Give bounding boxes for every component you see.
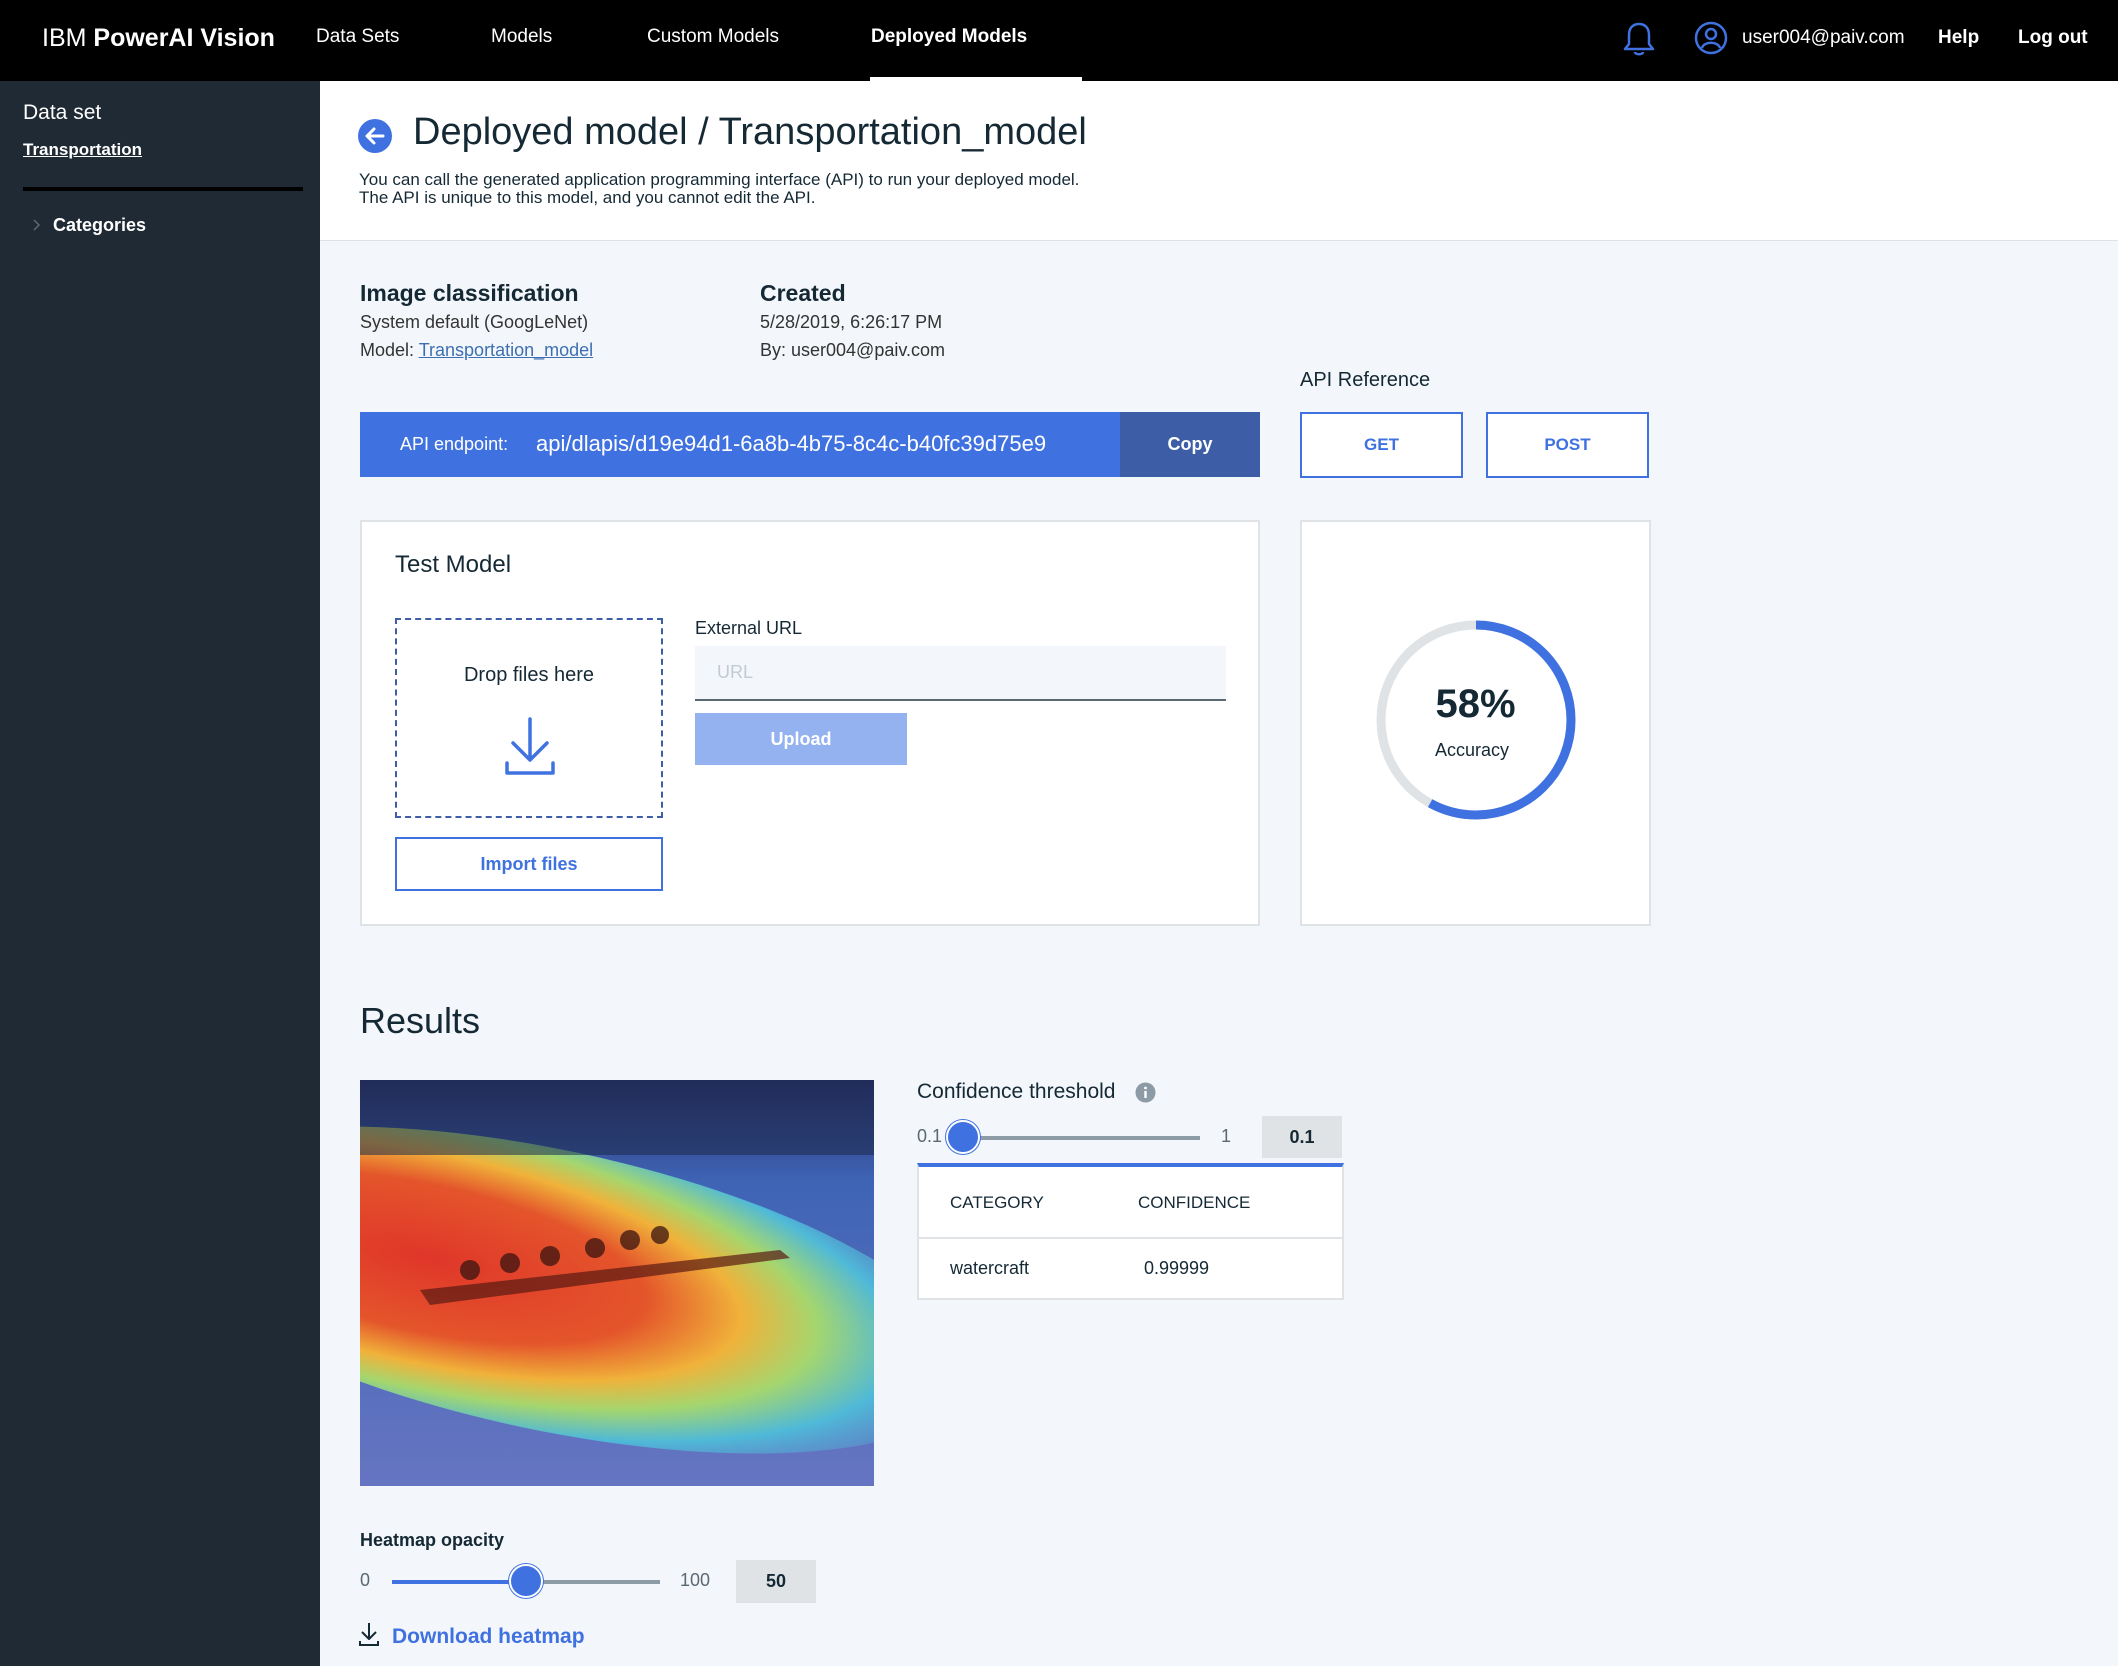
accuracy-value: 58% (1435, 682, 1516, 726)
test-model-title: Test Model (395, 551, 512, 578)
confidence-slider-thumb[interactable] (946, 1120, 980, 1154)
logout-link[interactable]: Log out (2018, 27, 2088, 49)
description-line-1: You can call the generated application p… (359, 170, 1080, 189)
copy-button[interactable]: Copy (1120, 412, 1260, 477)
confidence-value-box[interactable]: 0.1 (1262, 1116, 1342, 1158)
table-divider (919, 1237, 1342, 1239)
confidence-slider-track[interactable] (963, 1136, 1200, 1140)
results-title: Results (360, 1000, 481, 1041)
model-type-detail: System default (GoogLeNet) (360, 312, 589, 332)
help-link[interactable]: Help (1938, 27, 1979, 49)
heatmap-value-box[interactable]: 50 (736, 1560, 816, 1603)
post-reference-button[interactable]: POST (1486, 412, 1649, 478)
created-date: 5/28/2019, 6:26:17 PM (760, 312, 943, 332)
accuracy-label: Accuracy (1434, 740, 1510, 760)
upload-button[interactable]: Upload (695, 713, 907, 765)
notification-bell-icon[interactable] (1622, 20, 1656, 58)
description-line-2: The API is unique to this model, and you… (359, 188, 816, 207)
download-icon[interactable] (358, 1621, 380, 1647)
created-by: By: user004@paiv.com (760, 340, 946, 360)
drop-zone-text: Drop files here (463, 664, 595, 686)
created-heading: Created (760, 280, 846, 306)
table-cell-category: watercraft (950, 1258, 1030, 1278)
sidebar-dataset-link[interactable]: Transportation (23, 140, 142, 160)
sidebar: Data set Transportation Categories (0, 81, 320, 1666)
model-link[interactable]: Transportation_model (419, 340, 593, 360)
page-description: You can call the generated application p… (359, 171, 1259, 207)
table-header-category: CATEGORY (950, 1193, 1044, 1212)
test-model-card: Test Model Drop files here Import files … (360, 520, 1260, 926)
back-arrow-icon[interactable] (358, 119, 392, 153)
download-heatmap-link[interactable]: Download heatmap (392, 1625, 585, 1649)
heatmap-max-label: 100 (680, 1570, 711, 1590)
sidebar-divider (23, 187, 303, 191)
results-table: CATEGORY CONFIDENCE watercraft 0.99999 (917, 1163, 1344, 1300)
external-url-label: External URL (695, 618, 803, 638)
top-navigation-bar: IBM PowerAI Vision Data Sets Models Cust… (0, 0, 2118, 81)
info-icon[interactable] (1135, 1082, 1156, 1103)
brand-prefix: IBM (42, 24, 87, 52)
accuracy-card: 58% Accuracy (1300, 520, 1651, 926)
download-arrow-icon (505, 717, 555, 775)
api-endpoint-bar: API endpoint: api/dlapis/d19e94d1-6a8b-4… (360, 412, 1260, 477)
chevron-right-icon[interactable] (31, 219, 43, 231)
nav-item-data-sets[interactable]: Data Sets (316, 26, 399, 48)
api-endpoint-label: API endpoint: (400, 434, 509, 454)
user-avatar-icon[interactable] (1694, 21, 1728, 55)
brand-name: PowerAI Vision (93, 24, 275, 52)
confidence-threshold-label: Confidence threshold (917, 1080, 1116, 1103)
model-type-heading: Image classification (360, 280, 579, 306)
model-prefix: Model: (360, 340, 419, 360)
heatmap-image (360, 1080, 874, 1486)
confidence-min-label: 0.1 (917, 1126, 943, 1146)
heatmap-slider-thumb[interactable] (509, 1564, 543, 1598)
table-cell-confidence: 0.99999 (1144, 1258, 1210, 1278)
sidebar-item-categories[interactable]: Categories (53, 215, 146, 236)
model-info: Model: Transportation_model (360, 340, 593, 361)
heatmap-min-label: 0 (360, 1570, 371, 1590)
user-email[interactable]: user004@paiv.com (1742, 27, 1905, 49)
external-url-input[interactable] (695, 646, 1226, 701)
heatmap-slider-fill (392, 1580, 526, 1584)
heatmap-opacity-label: Heatmap opacity (360, 1530, 505, 1550)
confidence-max-label: 1 (1221, 1126, 1232, 1146)
import-files-button[interactable]: Import files (395, 837, 663, 891)
nav-item-models[interactable]: Models (491, 26, 552, 48)
page-header: Deployed model / Transportation_model Yo… (320, 81, 2118, 241)
api-reference-label: API Reference (1300, 369, 1431, 391)
page-title: Deployed model / Transportation_model (413, 111, 1087, 153)
sidebar-title: Data set (23, 101, 102, 124)
nav-item-custom-models[interactable]: Custom Models (647, 26, 779, 48)
nav-item-deployed-models[interactable]: Deployed Models (871, 26, 1027, 48)
file-drop-zone[interactable]: Drop files here (395, 618, 663, 818)
api-endpoint-value[interactable]: api/dlapis/d19e94d1-6a8b-4b75-8c4c-b40fc… (536, 431, 1046, 457)
brand-logo[interactable]: IBM PowerAI Vision (42, 24, 275, 53)
get-reference-button[interactable]: GET (1300, 412, 1463, 478)
table-header-confidence: CONFIDENCE (1138, 1193, 1251, 1212)
